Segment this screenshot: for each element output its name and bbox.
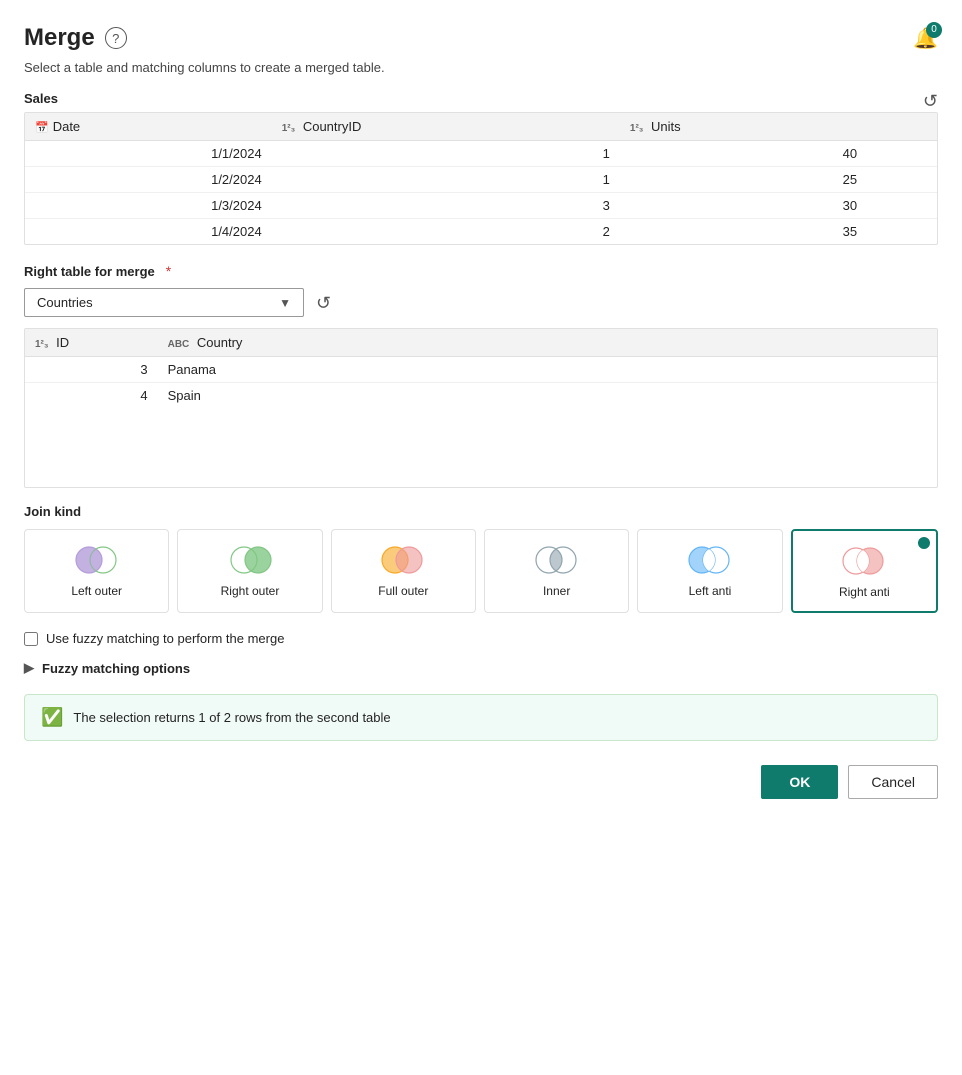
left-outer-label: Left outer [71,584,122,598]
status-message: The selection returns 1 of 2 rows from t… [73,710,390,725]
fuzzy-matching-options-toggle[interactable]: ▶ Fuzzy matching options [24,660,938,676]
left-outer-icon [73,544,121,576]
dropdown-wrapper: Countries ▼ ↺ [24,287,938,318]
fuzzy-matching-label[interactable]: Use fuzzy matching to perform the merge [46,631,284,646]
full-outer-icon [379,544,427,576]
left-col-countryid: 1²₃ CountryID [272,113,620,141]
left-col-units: 1²₃ Units [620,113,867,141]
dialog-subtitle: Select a table and matching columns to c… [24,60,938,75]
cancel-button[interactable]: Cancel [848,765,938,799]
cell-empty [390,357,937,383]
ok-button[interactable]: OK [761,765,838,799]
status-box: ✅ The selection returns 1 of 2 rows from… [24,694,938,741]
cell-countryid: 1 [272,141,620,167]
join-option-right-outer[interactable]: Right outer [177,529,322,613]
right-table-container: 1²₃ ID ABC Country 3 Panama 4 Spain [24,328,938,488]
selected-indicator [918,537,930,549]
cell-date: 1/3/2024 [25,193,272,219]
cell-units: 35 [620,219,867,245]
right-table-label: Right table for merge [24,264,155,279]
right-col-country: ABC Country [158,329,390,357]
cell-date: 1/4/2024 [25,219,272,245]
notification-badge: 0 [926,22,942,38]
inner-label: Inner [543,584,570,598]
cell-units: 25 [620,167,867,193]
help-icon[interactable]: ? [105,27,127,49]
right-table: 1²₃ ID ABC Country 3 Panama 4 Spain [25,329,937,408]
table-row: 3 Panama [25,357,937,383]
right-table-dropdown[interactable]: Countries ▼ [24,288,304,317]
action-row: OK Cancel [24,765,938,799]
inner-icon [533,544,581,576]
cell-empty [867,193,937,219]
left-anti-label: Left anti [689,584,732,598]
join-option-left-anti[interactable]: Left anti [637,529,782,613]
right-outer-label: Right outer [221,584,280,598]
right-col-empty [390,329,937,357]
join-kind-label: Join kind [24,504,938,519]
table-row: 4 Spain [25,383,937,409]
cell-empty [867,141,937,167]
cell-units: 30 [620,193,867,219]
cell-id: 3 [25,357,158,383]
fuzzy-options-label: Fuzzy matching options [42,661,190,676]
left-table-refresh-button[interactable]: ↺ [923,91,938,112]
cell-country: Spain [158,383,390,409]
table-row: 1/3/2024 3 30 [25,193,937,219]
right-table-header-row: 1²₃ ID ABC Country [25,329,937,357]
check-circle-icon: ✅ [41,707,63,728]
join-option-inner[interactable]: Inner [484,529,629,613]
left-col-empty [867,113,937,141]
required-star: * [166,263,171,279]
left-table: 📅Date 1²₃ CountryID 1²₃ Units 1/1/2024 1… [25,113,937,244]
cell-countryid: 2 [272,219,620,245]
title-area: Merge ? [24,24,127,52]
left-table-header-row: 📅Date 1²₃ CountryID 1²₃ Units [25,113,937,141]
left-table-header-row: Sales ↺ [24,91,938,106]
table-row: 1/4/2024 2 35 [25,219,937,245]
table-row: 1/2/2024 1 25 [25,167,937,193]
cell-date: 1/2/2024 [25,167,272,193]
right-anti-icon [840,545,888,577]
cell-countryid: 3 [272,193,620,219]
join-options: Left outer Right outer Full outer Inner [24,529,938,613]
cell-countryid: 1 [272,167,620,193]
left-anti-icon [686,544,734,576]
right-anti-label: Right anti [839,585,890,599]
right-col-id: 1²₃ ID [25,329,158,357]
left-col-date: 📅Date [25,113,272,141]
cell-id: 4 [25,383,158,409]
join-option-full-outer[interactable]: Full outer [331,529,476,613]
cell-units: 40 [620,141,867,167]
fuzzy-matching-row: Use fuzzy matching to perform the merge [24,631,938,646]
cell-empty [867,219,937,245]
cell-date: 1/1/2024 [25,141,272,167]
left-table-container: 📅Date 1²₃ CountryID 1²₃ Units 1/1/2024 1… [24,112,938,245]
full-outer-label: Full outer [378,584,428,598]
cell-empty [390,383,937,409]
fuzzy-matching-checkbox[interactable] [24,632,38,646]
join-option-right-anti[interactable]: Right anti [791,529,938,613]
right-table-refresh-button[interactable]: ↺ [312,289,335,318]
left-table-label: Sales [24,91,938,106]
cell-empty [867,167,937,193]
dropdown-value: Countries [37,295,93,310]
dialog-header: Merge ? 🔔 0 [24,24,938,52]
right-table-label-row: Right table for merge * [24,263,938,279]
right-outer-icon [226,544,274,576]
chevron-right-icon: ▶ [24,660,34,676]
join-option-left-outer[interactable]: Left outer [24,529,169,613]
table-row: 1/1/2024 1 40 [25,141,937,167]
notification-icon[interactable]: 🔔 0 [913,26,938,51]
chevron-down-icon: ▼ [279,296,291,310]
dialog-title: Merge [24,24,95,52]
cell-country: Panama [158,357,390,383]
